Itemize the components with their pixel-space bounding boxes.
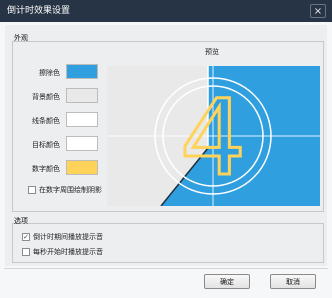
wipe-color-row: 擦除色 [21, 64, 103, 80]
wipe-color-label: 擦除色 [39, 69, 60, 77]
footer-divider [4, 268, 328, 269]
close-button[interactable]: × [310, 4, 326, 18]
line-color-label: 线条颜色 [32, 117, 60, 125]
shade-digit-label: 在数字周围绘制阴影 [39, 186, 102, 194]
beep-during-countdown-row[interactable]: ✓ 倒计时期间播放提示音 [22, 233, 132, 243]
countdown-preview: 4 [107, 66, 320, 206]
window-title: 倒计时效果设置 [7, 6, 71, 16]
target-color-label: 目标颜色 [32, 141, 60, 149]
background-color-label: 背景颜色 [32, 93, 60, 101]
close-icon: × [313, 6, 323, 17]
countdown-settings-dialog: 倒计时效果设置 × 外观 预览 擦除色 背景颜色 线条颜色 目标颜色 数字颜色 … [0, 0, 332, 298]
beep-each-second-row[interactable]: 每秒开始时播放提示音 [22, 248, 132, 258]
beep-each-second-checkbox[interactable] [22, 248, 30, 256]
digit-color-swatch[interactable] [66, 160, 98, 175]
shade-digit-checkbox-row[interactable]: 在数字周围绘制阴影 [28, 186, 106, 196]
line-color-swatch[interactable] [66, 112, 98, 127]
options-group-label: 选项 [14, 217, 28, 225]
ok-button[interactable]: 确定 [204, 274, 250, 289]
target-color-swatch[interactable] [66, 136, 98, 151]
beep-each-second-label: 每秒开始时播放提示音 [33, 248, 103, 256]
beep-during-countdown-checkbox[interactable]: ✓ [22, 233, 30, 241]
cancel-button[interactable]: 取消 [270, 274, 316, 289]
title-bar: 倒计时效果设置 × [0, 0, 332, 22]
background-color-row: 背景颜色 [21, 88, 103, 104]
shade-digit-checkbox[interactable] [28, 186, 36, 194]
background-color-swatch[interactable] [66, 88, 98, 103]
digit-color-row: 数字颜色 [21, 160, 103, 176]
beep-during-countdown-label: 倒计时期间播放提示音 [33, 233, 103, 241]
appearance-group-label: 外观 [14, 34, 28, 42]
wipe-color-swatch[interactable] [66, 64, 98, 79]
target-color-row: 目标颜色 [21, 136, 103, 152]
preview-label: 预览 [205, 48, 219, 56]
preview-digit: 4 [180, 77, 246, 199]
line-color-row: 线条颜色 [21, 112, 103, 128]
digit-color-label: 数字颜色 [32, 165, 60, 173]
